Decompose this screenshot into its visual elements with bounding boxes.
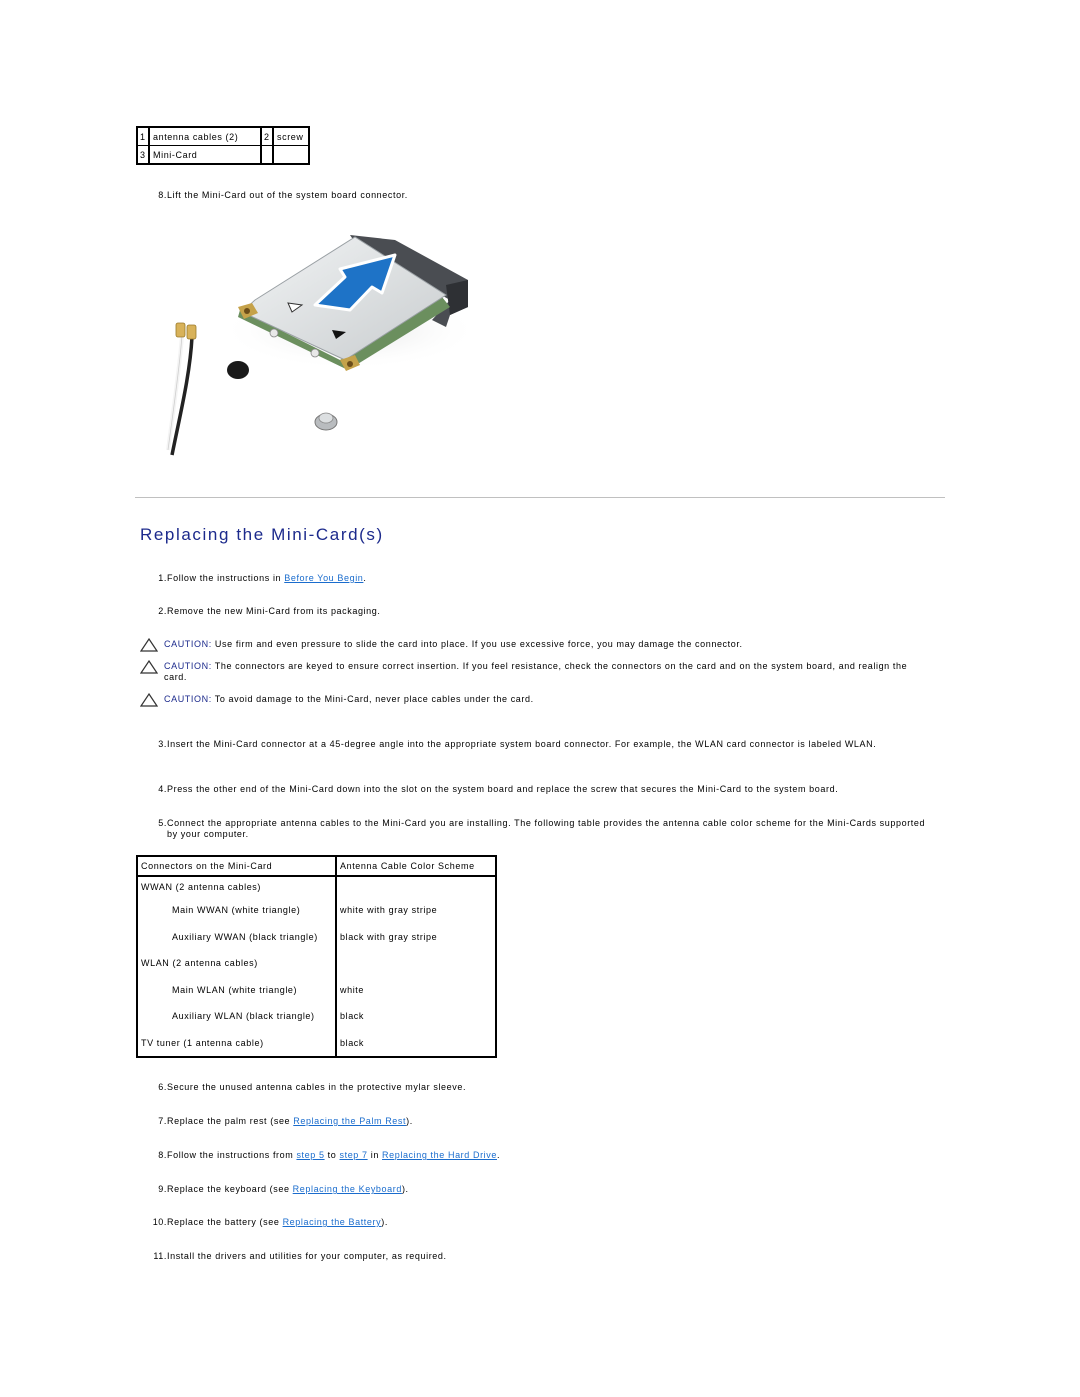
legend-number: 3 bbox=[136, 145, 150, 165]
step-text-fragment: Install the drivers and utilities for yo… bbox=[167, 1251, 447, 1261]
step-text: Follow the instructions in bbox=[167, 573, 285, 583]
table-row: Auxiliary WWAN (black triangle) black wit… bbox=[137, 923, 496, 950]
step-text-fragment: in bbox=[367, 1150, 383, 1160]
step-text-fragment: Secure the unused antenna cables in the … bbox=[167, 1082, 467, 1092]
legend-number bbox=[260, 145, 274, 165]
connector-cell: WLAN (2 antenna cables) bbox=[137, 950, 337, 977]
table-row: Main WWAN (white triangle) white with gra… bbox=[137, 897, 496, 924]
step-text: Replace the keyboard (see Replacing the … bbox=[167, 1184, 928, 1195]
legend-number: 1 bbox=[136, 126, 150, 146]
step-text-fragment: to bbox=[324, 1150, 340, 1160]
step-number: 7. bbox=[158, 1116, 167, 1126]
step-text: Connect the appropriate antenna cables t… bbox=[167, 818, 926, 839]
connector-cell: TV tuner (1 antenna cable) bbox=[137, 1029, 337, 1057]
step-text-fragment: ). bbox=[381, 1217, 388, 1227]
column-header: Connectors on the Mini-Card bbox=[137, 856, 337, 877]
step-text-fragment: Replace the battery (see bbox=[167, 1217, 283, 1227]
color-scheme-cell bbox=[336, 950, 496, 977]
table-row: TV tuner (1 antenna cable) black bbox=[137, 1029, 496, 1057]
step-text: Install the drivers and utilities for yo… bbox=[167, 1251, 928, 1262]
step-text: Replace the palm rest (see Replacing the… bbox=[167, 1116, 928, 1127]
link-replacing-the-hard-drive[interactable]: Replacing the Hard Drive bbox=[382, 1150, 497, 1160]
link-before-you-begin[interactable]: Before You Begin bbox=[284, 573, 363, 583]
caution-text: Use firm and even pressure to slide the … bbox=[211, 639, 743, 649]
color-scheme-cell: white bbox=[340, 984, 365, 995]
color-scheme-cell: black bbox=[340, 1037, 365, 1048]
step-text-fragment: ). bbox=[406, 1116, 413, 1126]
callout-legend-table: 1 antenna cables (2) 2 screw 3 Mini-Card bbox=[136, 126, 310, 165]
step-text: Follow the instructions from step 5 to s… bbox=[167, 1150, 928, 1161]
color-scheme-cell bbox=[336, 876, 496, 897]
step-text-fragment: Replace the palm rest (see bbox=[167, 1116, 294, 1126]
step-text-fragment: Replace the keyboard (see bbox=[167, 1184, 293, 1194]
column-header: Antenna Cable Color Scheme bbox=[336, 856, 496, 877]
color-scheme-cell: black bbox=[340, 1011, 365, 1022]
caution-label: CAUTION: bbox=[164, 694, 212, 704]
link-replacing-the-battery[interactable]: Replacing the Battery bbox=[283, 1217, 382, 1227]
step-number: 10. bbox=[152, 1217, 167, 1227]
link-replacing-the-keyboard[interactable]: Replacing the Keyboard bbox=[293, 1184, 402, 1194]
caution-triangle-icon bbox=[140, 638, 158, 652]
connector-cell: WWAN (2 antenna cables) bbox=[137, 876, 337, 897]
antenna-cable-color-table: Connectors on the Mini-Card Antenna Cabl… bbox=[136, 855, 497, 1058]
caution-label: CAUTION: bbox=[164, 639, 212, 649]
step-text: Remove the new Mini-Card from its packag… bbox=[167, 606, 381, 616]
color-scheme-cell: black with gray stripe bbox=[340, 931, 438, 942]
step-text: Insert the Mini-Card connector at a 45-d… bbox=[167, 739, 877, 749]
connector-cell: Auxiliary WLAN (black triangle) bbox=[137, 1003, 337, 1030]
step-number: 5. bbox=[158, 818, 167, 828]
legend-label: screw bbox=[272, 126, 310, 146]
step-number: 3. bbox=[158, 739, 167, 749]
legend-row: 1 antenna cables (2) 2 screw bbox=[136, 126, 310, 146]
link-step-7[interactable]: step 7 bbox=[340, 1150, 368, 1160]
link-step-5[interactable]: step 5 bbox=[296, 1150, 324, 1160]
connector-cell: Main WWAN (white triangle) bbox=[137, 897, 337, 924]
table-row: WLAN (2 antenna cables) bbox=[137, 950, 496, 977]
legend-label: antenna cables (2) bbox=[148, 126, 262, 146]
caution-triangle-icon bbox=[140, 660, 158, 674]
step-text-fragment: ). bbox=[401, 1184, 409, 1194]
step-number: 8. bbox=[158, 190, 167, 200]
step-number: 2. bbox=[158, 606, 167, 616]
caution-triangle-icon bbox=[140, 693, 158, 707]
caution-text: The connectors are keyed to ensure corre… bbox=[164, 661, 908, 682]
legend-row: 3 Mini-Card bbox=[136, 145, 310, 165]
step-number: 4. bbox=[158, 784, 167, 794]
step-number: 6. bbox=[158, 1082, 167, 1092]
caution-text: To avoid damage to the Mini-Card, never … bbox=[211, 694, 534, 704]
connector-cell: Main WLAN (white triangle) bbox=[137, 976, 337, 1003]
table-header-row: Connectors on the Mini-Card Antenna Cabl… bbox=[137, 856, 496, 877]
color-scheme-cell: white with gray stripe bbox=[340, 905, 438, 916]
legend-label bbox=[272, 145, 310, 165]
section-title: Replacing the Mini-Card(s) bbox=[140, 525, 384, 544]
step-number: 9. bbox=[158, 1184, 167, 1194]
connector-cell: Auxiliary WWAN (black triangle) bbox=[137, 923, 337, 950]
legend-number: 2 bbox=[260, 126, 274, 146]
table-row: WWAN (2 antenna cables) bbox=[137, 876, 496, 897]
step-text: Press the other end of the Mini-Card dow… bbox=[167, 784, 839, 794]
step-text: Replace the battery (see Replacing the B… bbox=[167, 1217, 928, 1228]
step-text-end: . bbox=[363, 573, 367, 583]
step-text: Lift the Mini-Card out of the system boa… bbox=[167, 190, 408, 200]
step-number: 11. bbox=[153, 1251, 167, 1261]
section-divider bbox=[135, 497, 945, 498]
link-replacing-the-palm-rest[interactable]: Replacing the Palm Rest bbox=[293, 1116, 406, 1126]
table-row: Auxiliary WLAN (black triangle) black bbox=[137, 1003, 496, 1030]
step-number: 1. bbox=[158, 573, 167, 583]
legend-label: Mini-Card bbox=[148, 145, 262, 165]
caution-label: CAUTION: bbox=[164, 661, 212, 671]
table-row: Main WLAN (white triangle) white bbox=[137, 976, 496, 1003]
step-text-fragment: . bbox=[496, 1150, 501, 1160]
step-text-fragment: Follow the instructions from bbox=[167, 1150, 297, 1160]
mini-card-removal-illustration bbox=[150, 215, 480, 465]
step-number: 8. bbox=[158, 1150, 167, 1160]
step-text: Secure the unused antenna cables in the … bbox=[167, 1082, 928, 1093]
